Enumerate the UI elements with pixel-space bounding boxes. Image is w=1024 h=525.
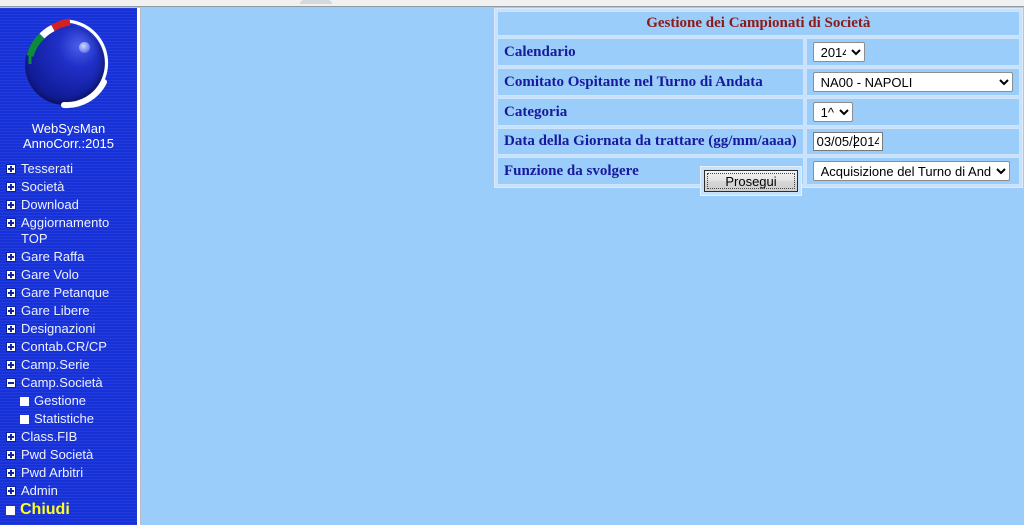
sidebar-item-label: Contab.CR/CP [21,339,107,354]
sidebar-item-camp-serie[interactable]: Camp.Serie [0,356,137,374]
form-row: Categoria 1^ [497,98,1020,126]
sidebar-item-label: Aggiornamento TOP [21,215,110,246]
text-caret [853,135,855,148]
expand-plus-icon[interactable] [6,324,16,334]
page-body: WebSysMan AnnoCorr.:2015 Tesserati Societ… [0,8,1024,525]
expand-plus-icon[interactable] [6,468,16,478]
logo-title: WebSysMan [31,121,106,136]
sidebar-item-label: Class.FIB [21,429,78,444]
sidebar-item-gare-libere[interactable]: Gare Libere [0,302,137,320]
table-title-row: Gestione dei Campionati di Società [497,11,1020,36]
sidebar-item-label: Chiudi [20,501,70,518]
sidebar-item-label: Gare Libere [21,303,90,318]
bullet-square-icon [20,415,29,424]
field-cell-data-giornata [805,128,1020,155]
expand-plus-icon[interactable] [6,342,16,352]
sidebar-item-label: Download [21,197,79,212]
campionati-form-table: Gestione dei Campionati di Società Calen… [494,8,1023,188]
expand-plus-icon[interactable] [6,288,16,298]
submit-button-frame: Prosegui [700,166,802,196]
expand-plus-icon[interactable] [6,450,16,460]
sidebar-item-statistiche[interactable]: Statistiche [0,410,137,428]
expand-plus-icon[interactable] [6,270,16,280]
sidebar-item-label: Pwd Società [21,447,94,462]
sidebar-item-label: Gare Volo [21,267,79,282]
sidebar-item-designazioni[interactable]: Designazioni [0,320,137,338]
sidebar-item-label: Camp.Società [21,375,103,390]
sidebar-item-tesserati[interactable]: Tesserati [0,160,137,178]
sidebar-item-contab-cr-cp[interactable]: Contab.CR/CP [0,338,137,356]
sidebar-divider [137,8,141,525]
page-title: Gestione dei Campionati di Società [497,11,1020,36]
sidebar-item-pwd-arbitri[interactable]: Pwd Arbitri [0,464,137,482]
sidebar-item-label: Gare Raffa [21,249,85,264]
submit-row: Prosegui [494,166,1008,196]
sidebar-item-admin[interactable]: Admin [0,482,137,500]
sidebar: WebSysMan AnnoCorr.:2015 Tesserati Societ… [0,8,137,525]
data-giornata-input[interactable] [812,132,883,151]
sidebar-menu: Tesserati Società Download Aggiornamento TO… [0,160,137,520]
field-label-calendario: Calendario [497,38,804,66]
bullet-square-icon [6,506,15,515]
calendario-select[interactable]: 2014 [812,42,865,62]
sidebar-item-class-fib[interactable]: Class.FIB [0,428,137,446]
sidebar-item-camp-societa[interactable]: Camp.Società [0,374,137,392]
sidebar-item-label: Gestione [34,393,87,408]
prosegui-button[interactable]: Prosegui [704,170,798,192]
expand-plus-icon[interactable] [6,306,16,316]
sidebar-item-label: Designazioni [21,321,96,336]
expand-plus-icon[interactable] [6,164,16,174]
expand-plus-icon[interactable] [6,360,16,370]
sidebar-logo-block: WebSysMan AnnoCorr.:2015 [0,8,137,151]
sidebar-item-label: Statistiche [34,411,94,426]
expand-plus-icon[interactable] [6,200,16,210]
sidebar-item-gare-petanque[interactable]: Gare Petanque [0,284,137,302]
browser-tab[interactable] [300,0,332,4]
sidebar-item-societa[interactable]: Società [0,178,137,196]
websysman-sphere-logo-icon [18,16,114,112]
sidebar-item-gare-raffa[interactable]: Gare Raffa [0,248,137,266]
field-label-comitato-ospitante: Comitato Ospitante nel Turno di Andata [497,68,804,96]
sidebar-item-label: Admin [21,483,58,498]
form-row: Comitato Ospitante nel Turno di Andata NA… [497,68,1020,96]
sidebar-item-chiudi[interactable]: Chiudi [0,500,137,520]
logo-year: AnnoCorr.:2015 [22,136,115,151]
sidebar-item-label: Tesserati [21,161,74,176]
data-giornata-field-wrap [812,132,883,151]
field-cell-calendario: 2014 [805,38,1020,66]
field-label-data-giornata: Data della Giornata da trattare (gg/mm/a… [497,128,804,155]
sidebar-item-label: Camp.Serie [21,357,90,372]
sidebar-item-gare-volo[interactable]: Gare Volo [0,266,137,284]
field-cell-categoria: 1^ [805,98,1020,126]
form-row: Data della Giornata da trattare (gg/mm/a… [497,128,1020,155]
field-cell-comitato-ospitante: NA00 - NAPOLI [805,68,1020,96]
expand-plus-icon[interactable] [6,432,16,442]
sidebar-item-gestione[interactable]: Gestione [0,392,137,410]
sidebar-item-download[interactable]: Download [0,196,137,214]
expand-plus-icon[interactable] [6,182,16,192]
expand-plus-icon[interactable] [6,486,16,496]
sidebar-item-label: Gare Petanque [21,285,110,300]
collapse-minus-icon[interactable] [6,378,16,388]
categoria-select[interactable]: 1^ [812,102,853,122]
field-label-categoria: Categoria [497,98,804,126]
form-row: Calendario 2014 [497,38,1020,66]
browser-chrome-strip [0,0,1024,7]
bullet-square-icon [20,397,29,406]
expand-plus-icon[interactable] [6,252,16,262]
sidebar-item-pwd-societa[interactable]: Pwd Società [0,446,137,464]
sidebar-item-label: Società [21,179,65,194]
sidebar-item-aggiornamento-top[interactable]: Aggiornamento TOP [0,214,137,248]
expand-plus-icon[interactable] [6,218,16,228]
comitato-ospitante-select[interactable]: NA00 - NAPOLI [812,72,1013,92]
content-area: Gestione dei Campionati di Società Calen… [142,8,1024,525]
sidebar-item-label: Pwd Arbitri [21,465,84,480]
